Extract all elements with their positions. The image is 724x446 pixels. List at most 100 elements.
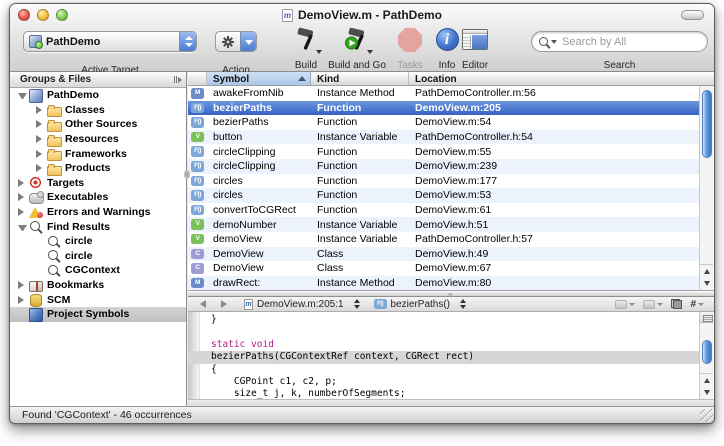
sidebar-item-circle[interactable]: circle xyxy=(10,249,186,264)
table-row-demonumber[interactable]: VdemoNumberInstance VariableDemoView.h:5… xyxy=(188,217,699,232)
disclosure-triangle-icon[interactable] xyxy=(36,150,45,158)
sidebar-item-targets[interactable]: Targets xyxy=(10,176,186,191)
table-row-circles[interactable]: F()circlesFunctionDemoView.m:177 xyxy=(188,174,699,189)
book-icon xyxy=(29,279,43,292)
sidebar-item-project-symbols[interactable]: Project Symbols xyxy=(10,307,186,322)
cell-symbol: button xyxy=(207,131,311,143)
table-row-bezierpaths[interactable]: F()bezierPathsFunctionDemoView.m:54 xyxy=(188,115,699,130)
sidebar-item-errors-and-warnings[interactable]: Errors and Warnings xyxy=(10,205,186,220)
table-scroll-arrows[interactable] xyxy=(700,264,713,290)
search-scope-dropdown-icon[interactable] xyxy=(551,40,557,44)
splitter-handle[interactable] xyxy=(184,170,190,179)
code-lines: }static voidbezierPaths(CGContextRef con… xyxy=(201,314,699,399)
table-row-bezierpaths[interactable]: F()bezierPathsFunctionDemoView.m:205 xyxy=(188,101,699,116)
sidebar-item-resources[interactable]: Resources xyxy=(10,132,186,147)
function-popup[interactable]: F() bezierPaths() xyxy=(374,299,466,310)
editor-scroll-thumb[interactable] xyxy=(702,340,712,364)
cell-symbol: demoView xyxy=(207,233,311,245)
sidebar-item-executables[interactable]: Executables xyxy=(10,190,186,205)
file-history-popup[interactable]: m DemoView.m:205:1 xyxy=(244,299,360,310)
folder-icon xyxy=(47,162,61,175)
sidebar-item-bookmarks[interactable]: Bookmarks xyxy=(10,278,186,293)
column-toggle-icon[interactable] xyxy=(174,76,182,83)
breakpoints-menu-button[interactable] xyxy=(643,300,663,309)
table-scroll-thumb[interactable] xyxy=(702,90,712,158)
sidebar-item-classes[interactable]: Classes xyxy=(10,103,186,118)
folder-icon xyxy=(47,133,61,146)
disclosure-triangle-icon[interactable] xyxy=(36,164,45,172)
editor-scroll-arrows[interactable] xyxy=(700,373,713,399)
sidebar-item-pathdemo[interactable]: PathDemo xyxy=(10,88,186,103)
location-column-header[interactable]: Location xyxy=(409,72,714,85)
table-row-circleclipping[interactable]: F()circleClippingFunctionDemoView.m:239 xyxy=(188,159,699,174)
magnifier-icon xyxy=(29,220,43,233)
disclosure-triangle-icon[interactable] xyxy=(18,208,27,216)
action-menu-button[interactable]: Action xyxy=(215,31,257,52)
table-scrollbar[interactable] xyxy=(699,86,713,290)
sidebar-item-label: CGContext xyxy=(65,264,120,276)
table-row-awakefromnib[interactable]: MawakeFromNibInstance MethodPathDemoCont… xyxy=(188,86,699,101)
table-row-demoview[interactable]: CDemoViewClassDemoView.m:67 xyxy=(188,261,699,276)
sidebar-item-label: Bookmarks xyxy=(47,279,104,291)
disclosure-triangle-icon[interactable] xyxy=(18,225,27,231)
badge-column-header[interactable] xyxy=(188,72,207,85)
build-go-label: Build and Go xyxy=(326,60,388,71)
disclosure-triangle-icon[interactable] xyxy=(36,106,45,114)
sidebar-item-label: Project Symbols xyxy=(47,308,129,320)
build-and-go-button[interactable]: Build and Go xyxy=(326,26,388,56)
table-row-demoview[interactable]: VdemoViewInstance VariablePathDemoContro… xyxy=(188,232,699,247)
cell-symbol: circleClipping xyxy=(207,160,311,172)
disclosure-triangle-icon[interactable] xyxy=(36,135,45,143)
cell-kind: Function xyxy=(311,102,409,114)
table-row-demoview[interactable]: CDemoViewClassDemoView.h:49 xyxy=(188,247,699,262)
disclosure-triangle-icon[interactable] xyxy=(18,179,27,187)
window-title: DemoView.m - PathDemo xyxy=(298,8,442,22)
sidebar-item-circle[interactable]: circle xyxy=(10,234,186,249)
kind-column-header[interactable]: Kind xyxy=(311,72,409,85)
table-row-circles[interactable]: F()circlesFunctionDemoView.m:53 xyxy=(188,188,699,203)
bookmarks-menu-button[interactable] xyxy=(615,300,635,309)
disclosure-triangle-icon[interactable] xyxy=(18,281,27,289)
table-row-drawrect[interactable]: MdrawRect:Instance MethodDemoView.m:80 xyxy=(188,276,699,291)
build-button[interactable]: Build xyxy=(288,26,324,56)
search-input[interactable] xyxy=(562,36,707,48)
title-bar[interactable]: m DemoView.m - PathDemo xyxy=(10,4,714,26)
disclosure-triangle-icon[interactable] xyxy=(18,93,27,99)
split-editor-icon[interactable] xyxy=(700,312,713,323)
resize-grip[interactable] xyxy=(700,409,713,422)
counterpart-file-icon[interactable] xyxy=(671,299,682,309)
table-editor-splitter[interactable] xyxy=(188,290,714,297)
search-field[interactable] xyxy=(531,31,708,52)
cell-location: DemoView.h:51 xyxy=(409,219,699,231)
popup-stepper-icon xyxy=(179,32,196,51)
symbol-kind-badge-icon: V xyxy=(191,234,204,245)
editor-button[interactable]: Editor xyxy=(457,26,493,50)
disclosure-triangle-icon[interactable] xyxy=(18,193,27,201)
sidebar-item-scm[interactable]: SCM xyxy=(10,292,186,307)
disclosure-triangle-icon[interactable] xyxy=(18,296,27,304)
table-row-converttocgrect[interactable]: F()convertToCGRectFunctionDemoView.m:61 xyxy=(188,203,699,218)
sidebar-header-title: Groups & Files xyxy=(20,74,174,85)
cube-icon xyxy=(29,308,43,321)
status-text: Found 'CGContext' - 46 occurrences xyxy=(22,409,192,421)
code-editor[interactable]: }static voidbezierPaths(CGContextRef con… xyxy=(188,312,699,399)
editor-scrollbar[interactable] xyxy=(699,312,713,399)
sidebar-item-cgcontext[interactable]: CGContext xyxy=(10,263,186,278)
table-row-button[interactable]: VbuttonInstance VariablePathDemoControll… xyxy=(188,130,699,145)
active-target-popup[interactable]: PathDemo Active Target xyxy=(23,31,197,52)
sidebar-item-other-sources[interactable]: Other Sources xyxy=(10,117,186,132)
folder-icon xyxy=(47,147,61,160)
sidebar-item-label: Errors and Warnings xyxy=(47,206,150,218)
sidebar-item-products[interactable]: Products xyxy=(10,161,186,176)
disclosure-triangle-icon[interactable] xyxy=(36,120,45,128)
sidebar-item-frameworks[interactable]: Frameworks xyxy=(10,146,186,161)
back-button[interactable] xyxy=(196,299,209,310)
cell-kind: Class xyxy=(311,262,409,274)
cell-symbol: awakeFromNib xyxy=(207,87,311,99)
forward-button[interactable] xyxy=(217,299,230,310)
table-row-circleclipping[interactable]: F()circleClippingFunctionDemoView.m:55 xyxy=(188,144,699,159)
toolbar-toggle-capsule[interactable] xyxy=(681,10,704,20)
line-number-menu-button[interactable]: # xyxy=(690,299,704,310)
sidebar-item-find-results[interactable]: Find Results xyxy=(10,219,186,234)
symbol-column-header[interactable]: Symbol xyxy=(207,72,311,85)
